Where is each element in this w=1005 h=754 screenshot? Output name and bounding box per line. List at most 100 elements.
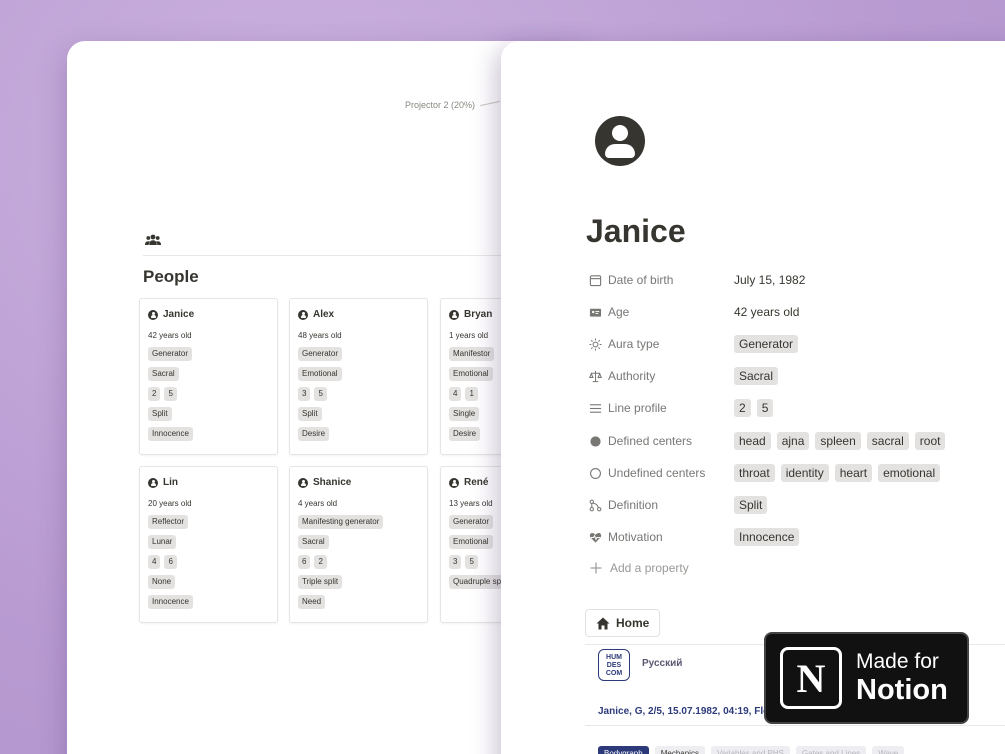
card-name: René bbox=[464, 477, 489, 488]
tab-bodygraph[interactable]: Bodygraph bbox=[598, 746, 649, 754]
property-definition[interactable]: Definition Split bbox=[589, 495, 1005, 515]
type-tag: Manifesting generator bbox=[298, 515, 384, 529]
humdes-logo[interactable]: HUM DES COM bbox=[598, 649, 630, 681]
motivation-tag: Innocence bbox=[734, 528, 800, 546]
definition-tag: None bbox=[148, 575, 176, 589]
authority-tag: Emotional bbox=[449, 367, 493, 381]
add-property-button[interactable]: Add a property bbox=[590, 561, 689, 575]
people-icon bbox=[145, 234, 161, 245]
type-tag: Reflector bbox=[148, 515, 189, 529]
property-label: Authority bbox=[608, 369, 656, 383]
page-avatar-icon[interactable] bbox=[595, 116, 645, 166]
line-tag: 4 bbox=[148, 555, 161, 569]
line-tag: 2 bbox=[148, 387, 161, 401]
property-line-profile[interactable]: Line profile 25 bbox=[589, 398, 1005, 418]
page-title[interactable]: Janice bbox=[586, 213, 686, 250]
line-tag: 4 bbox=[449, 387, 462, 401]
motivation-tag: Desire bbox=[298, 427, 330, 441]
authority-tag: Sacral bbox=[734, 367, 779, 385]
chart-leader-line bbox=[480, 100, 500, 107]
home-icon bbox=[596, 617, 610, 629]
line-tag: 2 bbox=[314, 555, 327, 569]
center-tag: identity bbox=[780, 464, 829, 482]
definition-tag: Split bbox=[148, 407, 172, 421]
motivation-tag: Innocence bbox=[148, 427, 193, 441]
line-tag: 5 bbox=[756, 399, 774, 417]
property-defined-centers[interactable]: Defined centers head ajna spleen sacral … bbox=[589, 431, 1005, 451]
avatar-icon bbox=[148, 309, 158, 320]
authority-tag: Lunar bbox=[148, 535, 177, 549]
definition-tag: Single bbox=[449, 407, 480, 421]
person-card-lin[interactable]: Lin 20 years old Reflector Lunar 46 None… bbox=[139, 466, 278, 623]
property-value: 42 years old bbox=[734, 305, 800, 319]
sun-icon bbox=[589, 337, 602, 351]
line-tag: 1 bbox=[465, 387, 478, 401]
empty-circle-icon bbox=[590, 467, 601, 479]
filled-circle-icon bbox=[590, 435, 601, 447]
heart-pulse-icon bbox=[589, 532, 602, 543]
center-tag: heart bbox=[834, 464, 873, 482]
line-tag: 5 bbox=[314, 387, 327, 401]
tab-wave[interactable]: Wave bbox=[872, 746, 905, 754]
property-label: Aura type bbox=[608, 337, 660, 351]
card-name: Bryan bbox=[464, 309, 493, 320]
property-label: Age bbox=[608, 305, 630, 319]
id-card-icon bbox=[589, 308, 602, 317]
property-label: Line profile bbox=[608, 401, 667, 415]
property-label: Defined centers bbox=[608, 434, 693, 448]
authority-tag: Sacral bbox=[298, 535, 329, 549]
property-label: Definition bbox=[608, 498, 659, 512]
type-tag: Generator bbox=[449, 515, 494, 529]
section-title: People bbox=[143, 267, 199, 286]
tab-mechanics[interactable]: Mechanics bbox=[654, 746, 705, 754]
home-button[interactable]: Home bbox=[585, 609, 661, 637]
type-tag: Manifestor bbox=[449, 347, 495, 361]
line-tag: 3 bbox=[449, 555, 462, 569]
type-tag: Generator bbox=[148, 347, 193, 361]
avatar-icon bbox=[298, 477, 308, 488]
plus-icon bbox=[590, 562, 602, 574]
property-label: Date of birth bbox=[608, 273, 674, 287]
authority-tag: Emotional bbox=[449, 535, 493, 549]
center-tag: head bbox=[734, 432, 771, 450]
tab-variables[interactable]: Variables and PHS bbox=[710, 746, 790, 754]
center-tag: sacral bbox=[866, 432, 909, 450]
projector-label: Projector 2 (20%) bbox=[405, 100, 476, 110]
line-tag: 3 bbox=[298, 387, 311, 401]
card-name: Alex bbox=[313, 309, 335, 320]
definition-tag: Split bbox=[734, 496, 768, 514]
person-card-janice[interactable]: Janice 42 years old Generator Sacral 25 … bbox=[139, 298, 278, 455]
property-undefined-centers[interactable]: Undefined centers throat identity heart … bbox=[589, 463, 1005, 483]
property-date-of-birth[interactable]: Date of birth July 15, 1982 bbox=[589, 270, 1005, 290]
card-age: 48 years old bbox=[298, 331, 342, 340]
property-label: Motivation bbox=[608, 530, 663, 544]
property-value: July 15, 1982 bbox=[734, 273, 806, 287]
line-tag: 6 bbox=[298, 555, 311, 569]
aura-tag: Generator bbox=[734, 335, 799, 353]
home-label: Home bbox=[616, 616, 650, 630]
avatar-icon bbox=[449, 477, 459, 488]
card-name: Lin bbox=[163, 477, 178, 488]
definition-tag: Triple split bbox=[298, 575, 343, 589]
made-for-notion-badge: N Made for Notion bbox=[764, 632, 969, 724]
motivation-tag: Innocence bbox=[148, 595, 193, 609]
center-tag: throat bbox=[734, 464, 775, 482]
center-tag: ajna bbox=[776, 432, 810, 450]
language-link[interactable]: Русский bbox=[642, 658, 682, 669]
card-age: 20 years old bbox=[148, 499, 192, 508]
type-tag: Generator bbox=[298, 347, 343, 361]
branch-icon bbox=[589, 499, 602, 511]
property-authority[interactable]: Authority Sacral bbox=[589, 366, 1005, 386]
property-age[interactable]: Age 42 years old bbox=[589, 302, 1005, 322]
person-card-alex[interactable]: Alex 48 years old Generator Emotional 35… bbox=[289, 298, 428, 455]
calendar-icon bbox=[589, 274, 602, 286]
badge-line-2: Notion bbox=[856, 674, 948, 706]
motivation-tag: Desire bbox=[449, 427, 481, 441]
definition-tag: Split bbox=[298, 407, 322, 421]
scales-icon bbox=[589, 370, 602, 382]
property-motivation[interactable]: Motivation Innocence bbox=[589, 527, 1005, 547]
motivation-tag: Need bbox=[298, 595, 326, 609]
person-card-shanice[interactable]: Shanice 4 years old Manifesting generato… bbox=[289, 466, 428, 623]
tab-gates-lines[interactable]: Gates and Lines bbox=[795, 746, 867, 754]
property-aura-type[interactable]: Aura type Generator bbox=[589, 334, 1005, 354]
